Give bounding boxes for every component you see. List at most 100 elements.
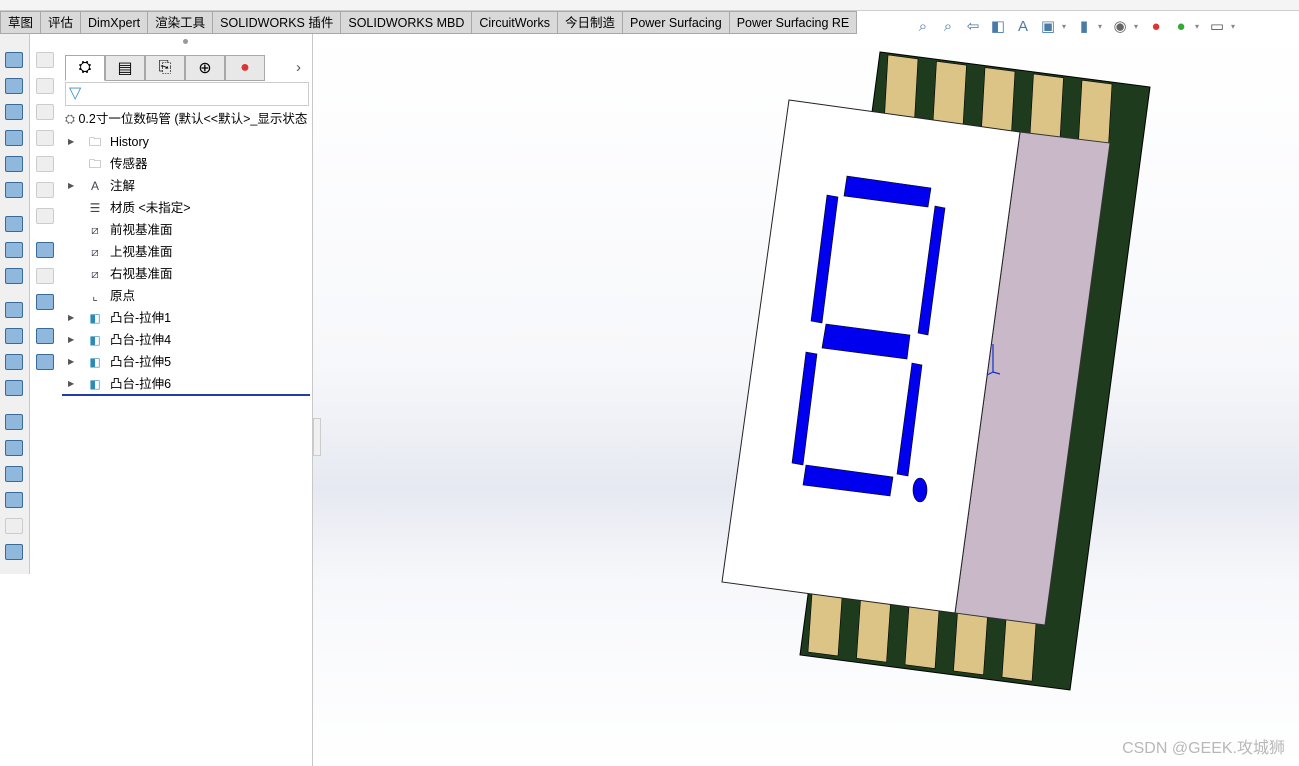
tool-icon[interactable] xyxy=(36,52,54,68)
previous-view-icon[interactable]: ⇦ xyxy=(962,15,984,37)
hide-show-items-icon[interactable]: ◉ xyxy=(1109,15,1131,37)
feature-tool-icon[interactable] xyxy=(5,544,23,560)
tab-dimxpert[interactable]: DimXpert xyxy=(81,11,149,34)
tree-item[interactable]: ⧄ 右视基准面 xyxy=(62,263,313,285)
view-settings-icon[interactable]: ▭ xyxy=(1206,15,1228,37)
feature-tool-icon[interactable] xyxy=(5,104,23,120)
ribbon-top-strip xyxy=(0,0,1299,11)
tree-item[interactable]: ▶ ◧ 凸台-拉伸5 xyxy=(62,351,313,373)
expand-arrow-icon[interactable]: ▶ xyxy=(68,351,74,373)
feature-tool-icon[interactable] xyxy=(5,242,23,258)
filter-input[interactable]: ▽ xyxy=(65,82,309,106)
heads-up-view-toolbar: ⌕ ⌕ ⇦ ◧ A ▣ ▾ ▮ ▾ ◉ ▾ ● ● ▾ ▭ ▾ xyxy=(912,15,1239,37)
expand-arrow-icon[interactable]: ▶ xyxy=(68,373,74,395)
feature-tool-icon[interactable] xyxy=(5,130,23,146)
tab-power-surfacing-re[interactable]: Power Surfacing RE xyxy=(729,11,858,34)
rollback-bar[interactable] xyxy=(62,394,310,396)
expand-arrow-icon[interactable]: ▶ xyxy=(68,131,74,153)
tool-icon[interactable] xyxy=(36,104,54,120)
zoom-to-area-icon[interactable]: ⌕ xyxy=(937,15,959,37)
tree-item[interactable]: 🗀 传感器 xyxy=(62,153,313,175)
tool-icon[interactable] xyxy=(36,328,54,344)
chevron-down-icon[interactable]: ▾ xyxy=(1098,22,1106,31)
featuremanager-panel: ⛭ ▤ ⎘ ⊕ ● › ▽ ⛭ 0.2寸一位数码管 (默认<<默认>_显示状态 … xyxy=(62,34,313,766)
expand-arrow-icon[interactable]: ▶ xyxy=(68,329,74,351)
tab-power-surfacing[interactable]: Power Surfacing xyxy=(622,11,730,34)
edit-appearance-icon[interactable]: ● xyxy=(1145,15,1167,37)
panel-tabs: ⛭ ▤ ⎘ ⊕ ● xyxy=(65,55,265,81)
tree-root-part[interactable]: ⛭ 0.2寸一位数码管 (默认<<默认>_显示状态 xyxy=(65,110,312,128)
featuremanager-tab[interactable]: ⛭ xyxy=(65,55,105,81)
tree-item[interactable]: ▶ ◧ 凸台-拉伸6 xyxy=(62,373,313,395)
tab-render-tools[interactable]: 渲染工具 xyxy=(148,11,214,34)
dimxpert-tab[interactable]: ⊕ xyxy=(185,55,225,81)
tool-icon[interactable] xyxy=(36,156,54,172)
expand-arrow-icon[interactable]: ▶ xyxy=(68,307,74,329)
tab-evaluate[interactable]: 评估 xyxy=(41,11,82,34)
feature-tool-icon[interactable] xyxy=(5,216,23,232)
tree-item-label: 右视基准面 xyxy=(110,267,173,281)
tree-item-label: 材质 <未指定> xyxy=(110,201,191,215)
view-orientation-icon[interactable]: ▣ xyxy=(1037,15,1059,37)
section-view-icon[interactable]: ◧ xyxy=(987,15,1009,37)
tool-icon[interactable] xyxy=(36,354,54,370)
tool-icon[interactable] xyxy=(36,268,54,284)
feature-tool-icon[interactable] xyxy=(5,52,23,68)
apply-scene-icon[interactable]: ● xyxy=(1170,15,1192,37)
expand-arrow-icon[interactable]: ▶ xyxy=(68,175,74,197)
pin xyxy=(856,599,891,663)
chevron-down-icon[interactable]: ▾ xyxy=(1231,22,1239,31)
feature-tool-icon[interactable] xyxy=(5,156,23,172)
graphics-area[interactable] xyxy=(313,34,1299,766)
tool-icon[interactable] xyxy=(36,182,54,198)
tree-item-label: 凸台-拉伸1 xyxy=(110,311,172,325)
tab-solidworks-addins[interactable]: SOLIDWORKS 插件 xyxy=(213,11,342,34)
history-folder-icon: 🗀 xyxy=(88,135,101,149)
part-name: 0.2寸一位数码管 (默认<<默认>_显示状态 xyxy=(78,112,308,126)
display-style-icon[interactable]: ▮ xyxy=(1073,15,1095,37)
feature-tool-icon[interactable] xyxy=(5,354,23,370)
feature-tool-icon[interactable] xyxy=(5,492,23,508)
tree-item[interactable]: ▶ 🗀 History xyxy=(62,131,313,153)
feature-tool-icon[interactable] xyxy=(5,268,23,284)
tool-icon[interactable] xyxy=(36,242,54,258)
tab-sketch[interactable]: 草图 xyxy=(0,11,42,34)
tree-item[interactable]: ▶ A 注解 xyxy=(62,175,313,197)
zoom-to-fit-icon[interactable]: ⌕ xyxy=(912,15,934,37)
tool-icon[interactable] xyxy=(36,294,54,310)
tool-icon[interactable] xyxy=(36,78,54,94)
plane-icon: ⧄ xyxy=(91,267,99,281)
dynamic-annotation-icon[interactable]: A xyxy=(1012,15,1034,37)
tab-manufacture-today[interactable]: 今日制造 xyxy=(557,11,623,34)
chevron-right-icon[interactable]: › xyxy=(296,59,301,76)
feature-tool-icon[interactable] xyxy=(5,302,23,318)
feature-tool-icon[interactable] xyxy=(5,466,23,482)
feature-tool-icon[interactable] xyxy=(5,414,23,430)
display-manager-tab[interactable]: ● xyxy=(225,55,265,81)
tree-item[interactable]: ▶ ◧ 凸台-拉伸1 xyxy=(62,307,313,329)
feature-tool-icon[interactable] xyxy=(5,380,23,396)
tab-circuitworks[interactable]: CircuitWorks xyxy=(472,11,558,34)
panel-splitter[interactable] xyxy=(313,418,321,456)
feature-tool-icon[interactable] xyxy=(5,328,23,344)
chevron-down-icon[interactable]: ▾ xyxy=(1134,22,1142,31)
left-toolbar-secondary xyxy=(31,34,61,384)
tool-icon[interactable] xyxy=(36,130,54,146)
watermark: CSDN @GEEK.攻城狮 xyxy=(1122,740,1285,757)
tool-icon[interactable] xyxy=(36,208,54,224)
tree-item[interactable]: ☰ 材质 <未指定> xyxy=(62,197,313,219)
feature-tool-icon[interactable] xyxy=(5,518,23,534)
chevron-down-icon[interactable]: ▾ xyxy=(1062,22,1070,31)
propertymanager-tab[interactable]: ▤ xyxy=(105,55,145,81)
tree-item[interactable]: ▶ ◧ 凸台-拉伸4 xyxy=(62,329,313,351)
tree-item[interactable]: ⧄ 上视基准面 xyxy=(62,241,313,263)
feature-tool-icon[interactable] xyxy=(5,182,23,198)
panel-grip[interactable] xyxy=(183,39,188,44)
tree-item[interactable]: ⧄ 前视基准面 xyxy=(62,219,313,241)
configurationmanager-tab[interactable]: ⎘ xyxy=(145,55,185,81)
tab-solidworks-mbd[interactable]: SOLIDWORKS MBD xyxy=(341,11,473,34)
tree-item[interactable]: ⌞ 原点 xyxy=(62,285,313,307)
feature-tool-icon[interactable] xyxy=(5,78,23,94)
feature-tool-icon[interactable] xyxy=(5,440,23,456)
chevron-down-icon[interactable]: ▾ xyxy=(1195,22,1203,31)
